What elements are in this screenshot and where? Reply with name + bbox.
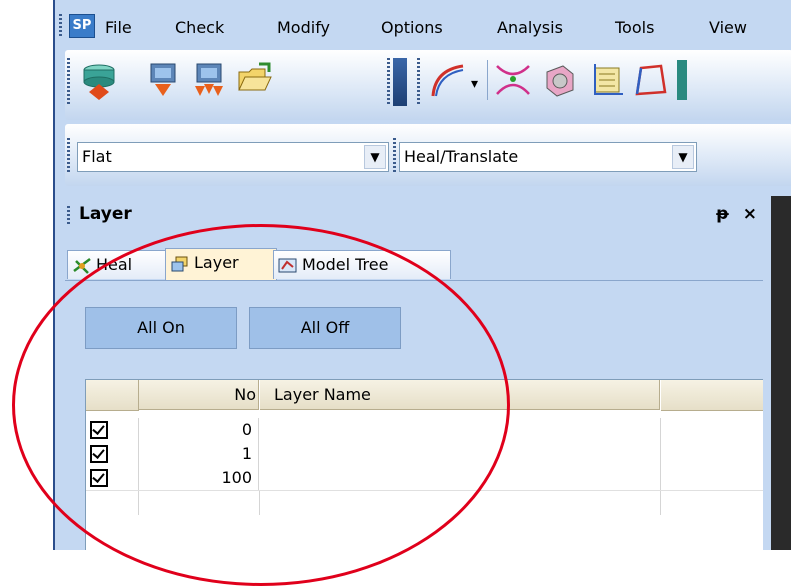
axes-icon[interactable] xyxy=(585,60,625,100)
layer-name[interactable] xyxy=(260,442,661,466)
layer-name[interactable] xyxy=(260,466,661,490)
menu-options[interactable]: Options xyxy=(381,18,443,37)
heal-icon xyxy=(73,257,91,274)
pin-icon[interactable]: ᵽ xyxy=(716,204,729,224)
layer-grid: No Layer Name 0 1 100 xyxy=(85,379,765,550)
layer-no: 0 xyxy=(139,418,259,442)
row-checkbox-cell xyxy=(86,442,139,466)
layer-checkbox[interactable] xyxy=(90,445,108,463)
menu-bar: SP File Check Modify Options Analysis To… xyxy=(55,0,791,48)
layer-icon xyxy=(171,256,188,271)
model-tree-icon xyxy=(278,258,297,272)
app-logo-icon[interactable]: SP xyxy=(69,14,95,38)
empty-cell xyxy=(86,491,139,515)
layer-no: 100 xyxy=(139,466,259,490)
close-icon[interactable]: × xyxy=(743,204,757,224)
frame-icon[interactable] xyxy=(631,60,671,100)
all-on-button[interactable]: All On xyxy=(85,307,237,349)
curve-dropdown-icon[interactable]: ▾ xyxy=(471,76,478,92)
open-folder-icon[interactable] xyxy=(235,60,275,100)
cylinder-import-icon[interactable] xyxy=(79,60,119,100)
all-off-button[interactable]: All Off xyxy=(249,307,401,349)
chevron-down-icon[interactable]: ▼ xyxy=(364,145,386,169)
column-header-extra xyxy=(661,380,764,411)
menu-tools[interactable]: Tools xyxy=(615,18,654,37)
panel-tabs: Heal Layer Model Tree xyxy=(65,244,765,281)
operation-select[interactable]: Heal/Translate ▼ xyxy=(399,142,697,172)
tab-heal[interactable]: Heal xyxy=(67,250,169,279)
toolbar-separator xyxy=(487,60,488,100)
display-mode-value: Flat xyxy=(82,147,112,166)
toolbar-grip[interactable] xyxy=(67,58,70,106)
tab-layer[interactable]: Layer xyxy=(165,248,277,280)
panel-grip[interactable] xyxy=(67,206,70,226)
menu-file[interactable]: File xyxy=(105,18,132,37)
menu-analysis[interactable]: Analysis xyxy=(497,18,563,37)
toolbar-partial-icon[interactable] xyxy=(677,60,687,100)
viewport-edge xyxy=(763,196,791,550)
menu-check[interactable]: Check xyxy=(175,18,224,37)
table-row[interactable]: 0 xyxy=(86,418,764,442)
application-window: SP File Check Modify Options Analysis To… xyxy=(53,0,791,550)
empty-cell xyxy=(260,491,661,515)
table-row[interactable]: 1 xyxy=(86,442,764,466)
import-down-icon[interactable] xyxy=(143,60,183,100)
toolbar-grip-3[interactable] xyxy=(417,58,420,106)
row-checkbox-cell xyxy=(86,418,139,442)
layer-checkbox[interactable] xyxy=(90,469,108,487)
toolbar-overflow[interactable] xyxy=(393,58,407,106)
panel-buttons: ᵽ × xyxy=(716,204,757,224)
layer-tab-body: All On All Off No Layer Name 0 1 100 xyxy=(65,281,765,550)
row-checkbox-cell xyxy=(86,466,139,490)
import-split-icon[interactable] xyxy=(189,60,229,100)
chevron-down-icon[interactable]: ▼ xyxy=(672,145,694,169)
combo-toolbar: Flat ▼ Heal/Translate ▼ xyxy=(65,124,791,186)
combo-toolbar-grip-2[interactable] xyxy=(393,138,396,172)
tab-model-tree[interactable]: Model Tree xyxy=(273,250,451,279)
column-header-check[interactable] xyxy=(86,380,139,411)
menubar-grip[interactable] xyxy=(59,14,62,36)
panel-title: Layer xyxy=(79,204,132,224)
column-header-layer-name[interactable]: Layer Name xyxy=(260,380,660,410)
table-row[interactable]: 100 xyxy=(86,466,764,490)
display-mode-select[interactable]: Flat ▼ xyxy=(77,142,389,172)
layer-no: 1 xyxy=(139,442,259,466)
solid-icon[interactable] xyxy=(539,60,579,100)
empty-cell xyxy=(139,491,260,515)
layer-name[interactable] xyxy=(260,418,661,442)
layer-checkbox[interactable] xyxy=(90,421,108,439)
menu-modify[interactable]: Modify xyxy=(277,18,330,37)
toolbar-grip-2[interactable] xyxy=(387,58,390,106)
combo-toolbar-grip[interactable] xyxy=(67,138,70,172)
main-toolbar: ▾ xyxy=(65,50,791,120)
table-row-empty xyxy=(86,490,764,515)
curve-icon[interactable] xyxy=(429,60,469,100)
column-header-no[interactable]: No xyxy=(139,380,259,410)
layer-panel-header: Layer ᵽ × xyxy=(65,196,763,236)
intersect-icon[interactable] xyxy=(493,60,533,100)
menu-view[interactable]: View xyxy=(709,18,747,37)
operation-value: Heal/Translate xyxy=(404,147,519,166)
